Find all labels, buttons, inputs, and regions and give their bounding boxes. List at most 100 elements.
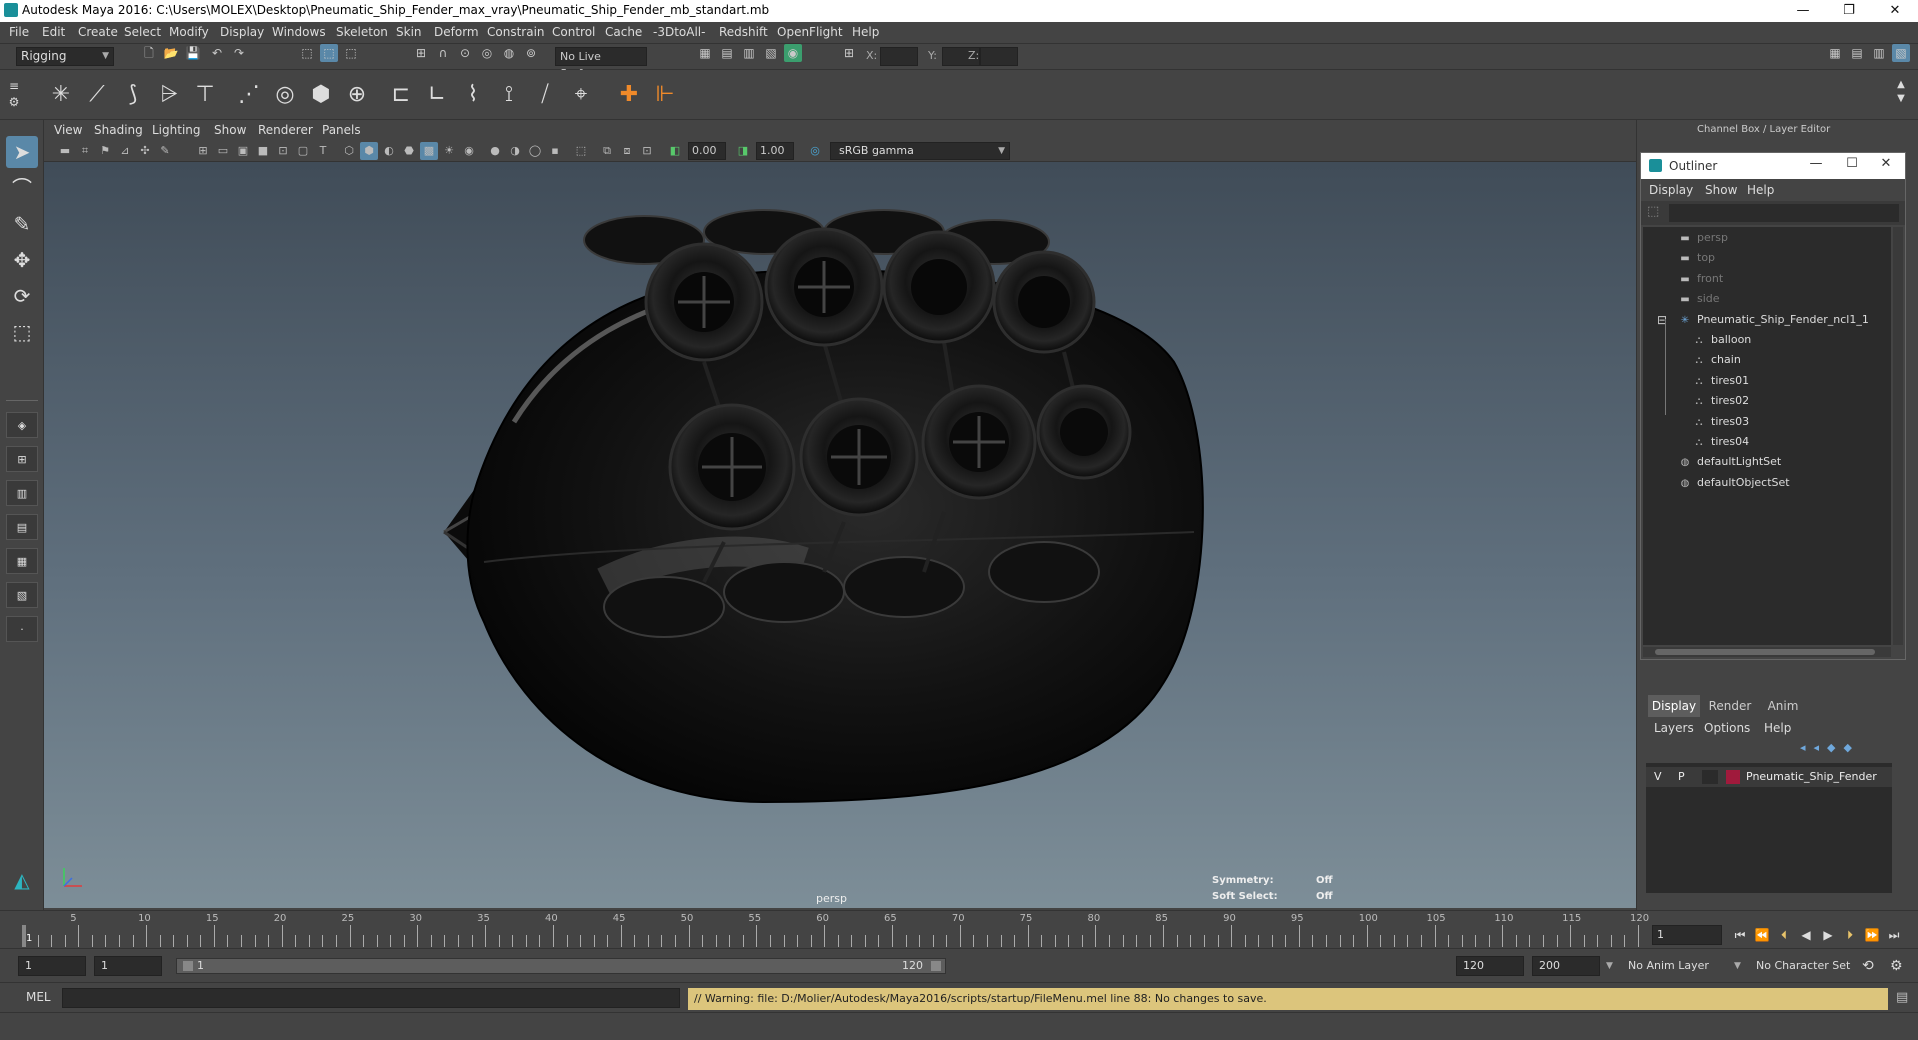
transform-mode-icon[interactable]: ⊞ — [840, 44, 858, 62]
viewport-persp[interactable]: Symmetry: Off Soft Select: Off persp — [44, 162, 1636, 908]
add-influence-icon[interactable]: ⟟ — [492, 78, 526, 112]
snap-view-icon[interactable]: ◎ — [478, 44, 496, 62]
outliner-item[interactable]: ▬ persp — [1677, 229, 1728, 247]
restore-button[interactable]: ❐ — [1826, 0, 1872, 22]
menu-3dtoall[interactable]: -3DtoAll- — [653, 25, 705, 39]
menu-skeleton[interactable]: Skeleton — [336, 25, 388, 39]
layer-tab-render[interactable]: Render — [1704, 695, 1756, 717]
save-scene-icon[interactable]: 💾 — [184, 44, 202, 62]
cluster-icon[interactable]: ⋰ — [232, 78, 266, 112]
play-backwards-icon[interactable]: ◀ — [1796, 925, 1816, 945]
menu-file[interactable]: File — [9, 25, 29, 39]
auto-key-icon[interactable]: ⟲ — [1862, 956, 1874, 976]
undo-icon[interactable]: ↶ — [208, 44, 226, 62]
panel-menu-panels[interactable]: Panels — [322, 123, 361, 137]
resolution-gate-icon[interactable]: ▣ — [234, 142, 252, 160]
layer-tab-anim[interactable]: Anim — [1760, 695, 1806, 717]
motion-blur-icon[interactable]: ◑ — [506, 142, 524, 160]
step-back-key-icon[interactable]: ⏪ — [1752, 925, 1772, 945]
four-pane-layout-icon[interactable]: ⊞ — [6, 446, 38, 472]
outliner-item[interactable]: ▬ front — [1677, 270, 1723, 288]
move-tool-icon[interactable]: ✥ — [6, 244, 38, 276]
menu-create[interactable]: Create — [78, 25, 118, 39]
bookmark-icon[interactable]: ⚑ — [96, 142, 114, 160]
menu-deform[interactable]: Deform — [434, 25, 479, 39]
bind-skin-icon[interactable]: ⊏ — [384, 78, 418, 112]
outliner-vertical-scrollbar[interactable] — [1893, 227, 1903, 645]
chevron-down-icon[interactable]: ▼ — [1606, 956, 1613, 976]
character-set-dropdown[interactable]: No Character Set — [1756, 956, 1850, 976]
select-object-icon[interactable]: ⬚ — [320, 44, 338, 62]
select-component-icon[interactable]: ⬚ — [342, 44, 360, 62]
wireframe-on-shaded-icon[interactable]: ⬣ — [400, 142, 418, 160]
create-joint-icon[interactable]: ✳ — [44, 78, 78, 112]
anim-start-field[interactable]: 1 — [94, 956, 162, 976]
play-forwards-icon[interactable]: ▶ — [1818, 925, 1838, 945]
outliner-close-button[interactable]: ✕ — [1871, 156, 1901, 171]
outliner-menu-show[interactable]: Show — [1705, 183, 1737, 197]
lasso-tool-icon[interactable]: ⌒ — [6, 172, 38, 204]
outliner-item[interactable]: ▬ top — [1677, 249, 1715, 267]
ipr-render-icon[interactable]: ▥ — [740, 44, 758, 62]
menu-display[interactable]: Display — [220, 25, 264, 39]
exposure-field[interactable]: 0.00 — [688, 142, 726, 160]
select-tool-icon[interactable]: ➤ — [6, 136, 38, 168]
script-editor-icon[interactable]: ▤ — [1896, 990, 1908, 1005]
layer-color-swatch[interactable] — [1726, 770, 1740, 784]
minimize-button[interactable]: — — [1780, 0, 1826, 22]
menu-control[interactable]: Control — [552, 25, 595, 39]
ik-spline-icon[interactable]: ⟆ — [116, 78, 150, 112]
menu-set-dropdown[interactable]: Rigging ▼ — [16, 47, 114, 66]
menu-redshift[interactable]: Redshift — [719, 25, 768, 39]
layer-menu-help[interactable]: Help — [1764, 721, 1791, 735]
anti-aliasing-icon[interactable]: ◯ — [526, 142, 544, 160]
new-scene-icon[interactable]: 🗋 — [140, 44, 158, 62]
image-plane-icon[interactable]: ⊿ — [116, 142, 134, 160]
outliner-menu-display[interactable]: Display — [1649, 183, 1693, 197]
graph-layout-icon[interactable]: ▦ — [6, 548, 38, 574]
modeling-toolkit-icon[interactable]: ▦ — [1826, 44, 1844, 62]
paint-select-tool-icon[interactable]: ✎ — [6, 208, 38, 240]
menu-cache[interactable]: Cache — [605, 25, 642, 39]
wrap-icon[interactable]: ⬢ — [304, 78, 338, 112]
select-hierarchy-icon[interactable]: ⬚ — [298, 44, 316, 62]
layer-action-icons[interactable]: ◂◂◆◆ — [1800, 741, 1860, 754]
shadows-icon[interactable]: ◉ — [460, 142, 478, 160]
live-surface-field[interactable]: No Live Surface — [555, 47, 647, 80]
end-time-field[interactable]: 200 — [1532, 956, 1600, 976]
filter-icon[interactable]: ⬚ — [1647, 204, 1659, 219]
screen-space-ao-icon[interactable]: ● — [486, 142, 504, 160]
menu-select[interactable]: Select — [124, 25, 161, 39]
layer-menu-options[interactable]: Options — [1704, 721, 1750, 735]
rotate-tool-icon[interactable]: ⟳ — [6, 280, 38, 312]
x-field[interactable] — [880, 47, 918, 66]
ik-handle-icon[interactable]: ⟋ — [80, 78, 114, 112]
hypershade-layout-icon[interactable]: ▧ — [6, 582, 38, 608]
outliner-layout-icon[interactable]: ▤ — [6, 514, 38, 540]
paint-weights-icon[interactable]: ⌇ — [456, 78, 490, 112]
layer-row[interactable]: V P Pneumatic_Ship_Fender — [1646, 767, 1892, 787]
outliner-item[interactable]: ⛬ tires03 — [1691, 413, 1750, 431]
outliner-maximize-button[interactable]: ☐ — [1837, 156, 1867, 171]
wireframe-icon[interactable]: ⬡ — [340, 142, 358, 160]
step-forward-key-icon[interactable]: ⏩ — [1862, 925, 1882, 945]
shelf-scroll-icon[interactable]: ▲ ▼ — [1890, 78, 1912, 112]
two-d-pan-icon[interactable]: ✣ — [136, 142, 154, 160]
menu-help[interactable]: Help — [852, 25, 879, 39]
gamma-field[interactable]: 1.00 — [756, 142, 794, 160]
isolate-select-icon[interactable]: ⬚ — [572, 142, 590, 160]
panel-menu-show[interactable]: Show — [214, 123, 246, 137]
make-live-icon[interactable]: ⊚ — [522, 44, 540, 62]
outliner-item[interactable]: ▬ side — [1677, 290, 1719, 308]
menu-openflight[interactable]: OpenFlight — [777, 25, 843, 39]
outliner-item[interactable]: ⛬ tires02 — [1691, 392, 1750, 410]
anim-layer-dropdown[interactable]: No Anim Layer — [1628, 956, 1709, 976]
layer-playback-toggle[interactable]: P — [1678, 767, 1685, 787]
default-material-icon[interactable]: ◐ — [380, 142, 398, 160]
safe-action-icon[interactable]: ▢ — [294, 142, 312, 160]
outliner-item[interactable]: ⛬ tires04 — [1691, 433, 1750, 451]
snap-surface-icon[interactable]: ◍ — [500, 44, 518, 62]
depth-of-field-icon[interactable]: ▪ — [546, 142, 564, 160]
time-slider[interactable]: 5 10 15 20 25 30 35 40 45 50 55 60 65 70 75 80 85 90 95 100… — [0, 910, 1918, 948]
close-button[interactable]: ✕ — [1872, 0, 1918, 22]
